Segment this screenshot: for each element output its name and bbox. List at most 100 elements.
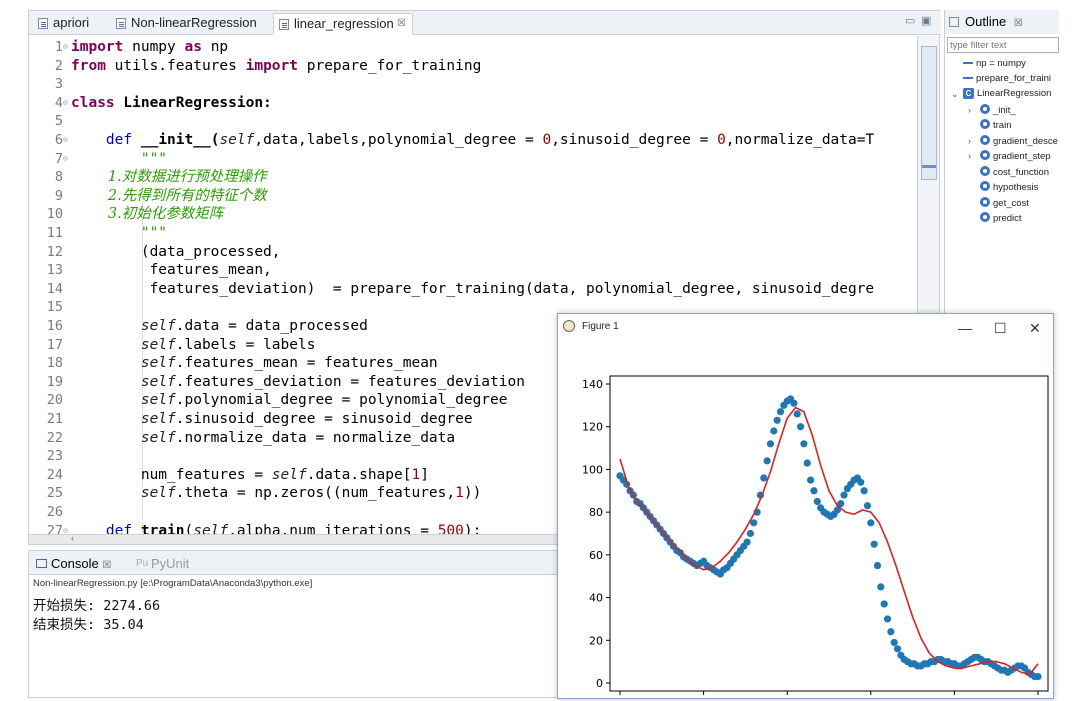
data-point [877, 583, 885, 591]
data-point [883, 615, 892, 623]
minimize-window-button[interactable]: — [958, 316, 972, 341]
line-number: 13 [46, 262, 63, 279]
line-number: 21 [46, 411, 63, 427]
data-point [870, 540, 878, 548]
plot-frame [609, 375, 1049, 692]
data-point [763, 457, 771, 465]
tab-non-linear-regression[interactable]: Non-linearRegression [111, 13, 269, 35]
outline-item-init[interactable]: › _init_ [968, 104, 1016, 117]
line-number: 24 [46, 466, 63, 483]
method-icon [980, 150, 990, 160]
code-text: features_mean, [71, 262, 272, 279]
code-text: """ [71, 150, 168, 167]
y-tick-label: 40 [589, 592, 603, 605]
outline-item-class[interactable]: ⌄ C LinearRegression [951, 88, 1051, 100]
data-point [863, 502, 872, 510]
figure-title-bar[interactable]: Figure 1 — ☐ ✕ [558, 314, 1053, 339]
code-text: self.features_mean = features_mean [140, 355, 438, 372]
console-tab-bar: Console ☒ Pu PyUnit [29, 551, 569, 575]
line-number: 4 [54, 94, 63, 111]
code-text: self.normalize_data = normalize_data [140, 429, 456, 446]
data-point [1034, 672, 1042, 681]
code-text: self.polynomial_degree = polynomial_degr… [140, 392, 508, 409]
fold-icon[interactable]: ⊖ [63, 150, 68, 169]
method-icon [980, 104, 990, 114]
y-tick-label: 0 [596, 677, 603, 690]
y-tick-label: 100 [582, 463, 603, 476]
y-tick-label: 80 [589, 506, 603, 519]
data-point [890, 638, 898, 647]
line-number: 3 [54, 76, 63, 93]
line-number: 8 [54, 169, 63, 186]
code-text: """ [71, 225, 168, 241]
code-text: (data_processed, [71, 243, 281, 260]
chevron-down-icon[interactable]: ⌄ [951, 88, 959, 100]
data-point [857, 478, 865, 486]
outline-title: Outline [965, 14, 1007, 29]
console-process-path: Non-linearRegression.py [e:\ProgramData\… [33, 578, 313, 589]
code-text: self.sinusoid_degree = sinusoid_degree [140, 411, 473, 427]
y-tick-label: 120 [582, 421, 603, 434]
close-window-button[interactable]: ✕ [1029, 316, 1041, 341]
data-point [803, 459, 811, 467]
chevron-right-icon[interactable]: › [968, 104, 971, 116]
method-icon [980, 212, 990, 222]
matplotlib-icon [563, 320, 575, 332]
fold-icon[interactable]: ⊖ [63, 131, 68, 150]
fold-icon[interactable]: ⊖ [63, 94, 68, 113]
data-point [840, 491, 848, 499]
figure-chart: 050100150200250020406080100120140 [582, 375, 1049, 695]
outline-item-predict[interactable]: predict [980, 212, 1022, 225]
data-point [790, 399, 798, 407]
line-number: 15 [46, 299, 63, 316]
outline-item-hypothesis[interactable]: hypothesis [980, 181, 1038, 194]
minimize-icon[interactable]: ▭ [905, 14, 915, 27]
outline-item-cost-function[interactable]: cost_function [980, 166, 1049, 179]
maximize-window-button[interactable]: ☐ [994, 316, 1007, 341]
method-icon [980, 166, 990, 176]
maximize-icon[interactable]: ▣ [921, 14, 931, 27]
outline-filter-input[interactable] [947, 37, 1059, 53]
code-text: def __init__(self,data,labels,polynomial… [105, 132, 875, 148]
outline-item-train[interactable]: train [980, 119, 1011, 132]
scroll-left-icon[interactable]: ‹ [71, 533, 74, 543]
tab-console[interactable]: Console ☒ [33, 554, 111, 576]
figure-window[interactable]: Figure 1 — ☐ ✕ 0501001502002500204060801… [557, 313, 1054, 699]
data-point [760, 474, 768, 482]
data-point [773, 416, 781, 424]
chevron-right-icon[interactable]: › [968, 150, 971, 162]
code-text: self.features_deviation = features_devia… [140, 373, 525, 390]
scroll-thumb[interactable] [921, 46, 937, 180]
outline-item-gradient-step[interactable]: › gradient_step [968, 150, 1051, 163]
data-point [776, 408, 785, 416]
line-number: 18 [46, 355, 63, 372]
chevron-right-icon[interactable]: › [968, 135, 971, 147]
line-number: 17 [46, 336, 63, 353]
outline-item-prepare[interactable]: prepare_for_traini [963, 73, 1051, 85]
line-number: 1 [54, 39, 63, 55]
close-tab-icon[interactable]: ☒ [397, 14, 406, 34]
code-text: import numpy as np [71, 39, 229, 55]
python-file-icon [116, 18, 126, 29]
tab-linear-regression[interactable]: linear_regression ☒ [273, 13, 413, 35]
data-point [770, 427, 778, 435]
python-file-icon [38, 18, 48, 29]
fold-icon[interactable]: ⊖ [63, 38, 68, 57]
line-number: 5 [54, 113, 63, 130]
close-outline-icon[interactable]: ☒ [1014, 18, 1023, 29]
data-point [746, 529, 755, 538]
line-number: 20 [46, 392, 63, 409]
data-point [873, 561, 882, 570]
line-number: 25 [46, 485, 63, 502]
tab-pyunit[interactable]: Pu PyUnit [133, 554, 189, 574]
figure-title: Figure 1 [582, 321, 619, 332]
outline-item-np[interactable]: np = numpy [963, 58, 1026, 70]
code-text: self.theta = np.zeros((num_features,1)) [140, 485, 482, 502]
line-number: 7 [54, 150, 63, 167]
outline-item-get-cost[interactable]: get_cost [980, 197, 1029, 210]
line-number: 26 [46, 504, 63, 520]
line-number: 23 [46, 448, 63, 465]
outline-item-gradient-descent[interactable]: › gradient_desce [968, 135, 1058, 148]
tab-apriori[interactable]: apriori [33, 13, 109, 35]
close-console-icon[interactable]: ☒ [102, 560, 111, 571]
